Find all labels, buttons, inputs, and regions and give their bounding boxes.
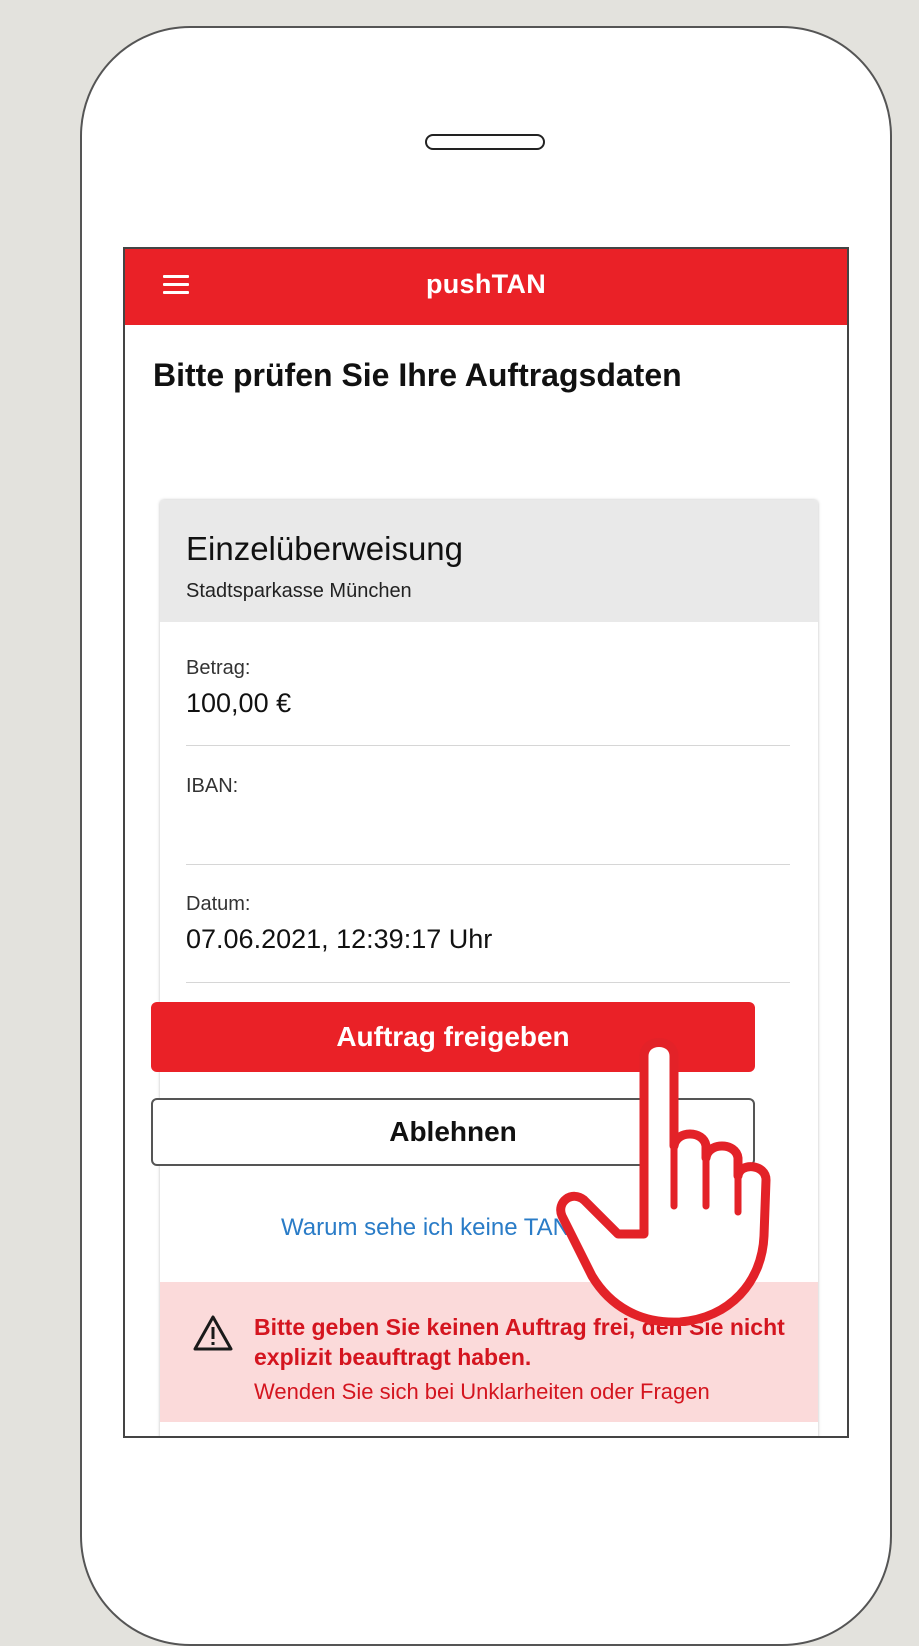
pointing-hand-icon [556,1038,771,1326]
warning-body: Wenden Sie sich bei Unklarheiten oder Fr… [254,1379,710,1404]
divider [186,745,790,746]
why-no-tan-link[interactable]: Warum sehe ich keine TAN? [281,1214,583,1242]
app-title: pushTAN [425,269,547,299]
warning-triangle-icon [193,1315,233,1351]
date-field: Datum: 07.06.2021, 12:39:17 Uhr [186,893,790,955]
iban-field: IBAN: [186,775,790,806]
app-bar: pushTAN [125,249,847,325]
order-card-header: Einzelüberweisung Stadtsparkasse München [160,500,818,622]
order-type: Einzelüberweisung [186,530,464,567]
amount-label: Betrag: [186,657,251,679]
amount-field: Betrag: 100,00 € [186,657,790,719]
date-value: 07.06.2021, 12:39:17 Uhr [186,924,493,954]
date-label: Datum: [186,893,251,915]
bank-name: Stadtsparkasse München [186,580,412,602]
page-title: Bitte prüfen Sie Ihre Auftragsdaten [153,357,682,393]
phone-speaker [425,134,545,150]
amount-value: 100,00 € [186,688,292,718]
divider [186,982,790,983]
iban-label: IBAN: [186,775,239,797]
divider [186,864,790,865]
